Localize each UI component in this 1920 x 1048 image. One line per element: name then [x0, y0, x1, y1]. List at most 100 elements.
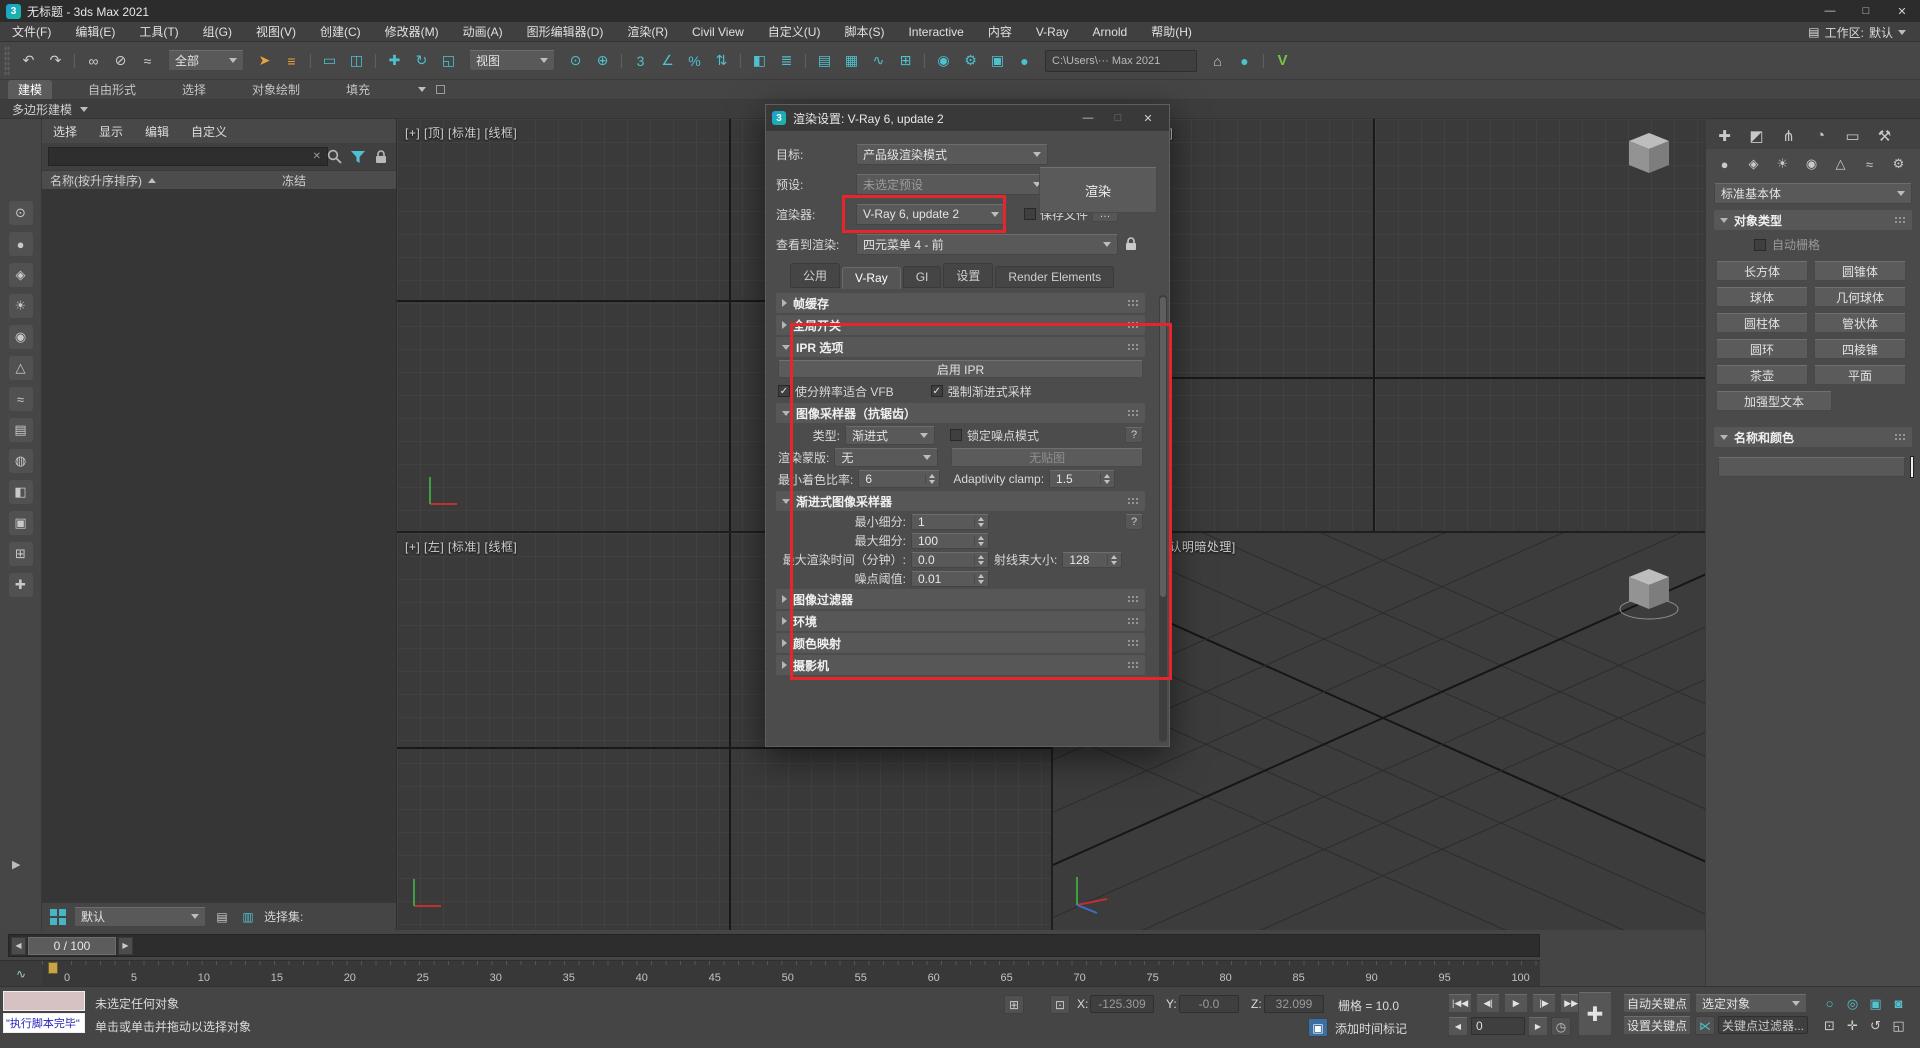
enable-ipr-button[interactable]: 启用 IPR — [778, 360, 1143, 378]
ribbon-tab-populate[interactable]: 填充 — [336, 80, 380, 99]
auto-key-button[interactable]: 自动关键点 — [1623, 994, 1691, 1013]
current-frame-marker[interactable] — [48, 962, 58, 974]
go-to-start-icon[interactable]: |◀◀ — [1448, 994, 1472, 1013]
display-bones-icon[interactable]: ◧ — [9, 480, 33, 504]
cameras-category-icon[interactable]: ◉ — [1799, 152, 1824, 176]
object-color-swatch[interactable] — [1911, 457, 1913, 477]
select-object-icon[interactable]: ➤ — [252, 48, 277, 73]
display-plus-icon[interactable]: ✚ — [9, 573, 33, 597]
next-frame-arrow-icon[interactable]: ▶ — [118, 937, 133, 955]
menu-item[interactable]: 脚本(S) — [832, 22, 896, 42]
zoom-all-icon[interactable]: ◎ — [1843, 994, 1862, 1013]
object-type-button[interactable]: 平面 — [1814, 365, 1906, 385]
reference-coordinate-dropdown[interactable]: 视图 — [469, 50, 555, 71]
display-xrefs-icon[interactable]: ◍ — [9, 449, 33, 473]
key-filters-icon[interactable]: ⋉ — [1695, 1016, 1715, 1035]
percent-snap-icon[interactable]: % — [682, 48, 707, 73]
display-cameras-icon[interactable]: ◉ — [9, 325, 33, 349]
frame-buffer-rollout-header[interactable]: 帧缓存 — [776, 293, 1145, 313]
material-editor-icon[interactable]: ◉ — [931, 48, 956, 73]
menu-item[interactable]: 文件(F) — [0, 22, 63, 42]
renderer-dropdown[interactable]: V-Ray 6, update 2 — [856, 204, 1006, 225]
explorer-menu-item[interactable]: 选择 — [42, 123, 88, 140]
ribbon-options-icon[interactable] — [436, 85, 445, 94]
previous-frame-icon[interactable]: ◀| — [1476, 994, 1500, 1013]
menu-item[interactable]: Civil View — [680, 22, 756, 42]
separator[interactable]: | — [306, 48, 315, 73]
layer-manager-icon[interactable]: ▤ — [812, 48, 837, 73]
redo-icon[interactable]: ↷ — [43, 48, 68, 73]
object-type-button[interactable]: 加强型文本 — [1716, 391, 1832, 411]
ribbon-tab-object-paint[interactable]: 对象绘制 — [242, 80, 310, 99]
select-and-rotate-icon[interactable]: ↻ — [409, 48, 434, 73]
select-and-link-icon[interactable]: ∞ — [81, 48, 106, 73]
separator[interactable]: | — [617, 48, 626, 73]
set-key-button[interactable]: 设置关键点 — [1623, 1016, 1691, 1035]
display-all-icon[interactable]: ⊙ — [9, 201, 33, 225]
y-coordinate-field[interactable]: -0.0 — [1179, 995, 1239, 1013]
play-icon[interactable]: ▶ — [1504, 994, 1528, 1013]
restore-button[interactable]: □ — [1848, 0, 1884, 22]
zoom-extents-all-icon[interactable]: ◙ — [1889, 994, 1908, 1013]
render-mask-dropdown[interactable]: 无 — [834, 448, 938, 467]
set-keys-button[interactable]: ✚ — [1578, 992, 1612, 1036]
separator[interactable]: | — [371, 48, 380, 73]
view-cube[interactable] — [1621, 129, 1677, 181]
render-preview-icon[interactable]: ● — [1232, 48, 1257, 73]
scene-explorer-list[interactable] — [42, 190, 396, 902]
ribbon-minimize-icon[interactable] — [418, 87, 426, 92]
menu-item[interactable]: 组(G) — [191, 22, 244, 42]
autogrid-checkbox[interactable] — [1754, 239, 1766, 251]
min-shading-rate-spinner[interactable]: 6 — [858, 470, 940, 488]
noise-threshold-spinner[interactable]: 0.01 — [911, 571, 989, 587]
track-bar[interactable]: 0510152025303540455055606570758085909510… — [42, 960, 1540, 986]
object-type-button[interactable]: 长方体 — [1716, 261, 1808, 281]
selected-object-dropdown[interactable]: 选定对象 — [1695, 994, 1807, 1013]
spacewarps-category-icon[interactable]: ≈ — [1857, 152, 1882, 176]
add-time-tag-label[interactable]: 添加时间标记 — [1335, 1020, 1407, 1037]
list-view-icon[interactable]: ▤ — [212, 907, 232, 927]
camera-rollout-header[interactable]: 摄影机 — [776, 655, 1145, 675]
selection-filter-dropdown[interactable]: 全部 — [168, 50, 244, 71]
frame-back-icon[interactable]: ◀ — [1448, 1017, 1468, 1036]
ribbon-tab-freeform[interactable]: 自由形式 — [78, 80, 146, 99]
dialog-title-bar[interactable]: 3 渲染设置: V-Ray 6, update 2 — □ ✕ — [766, 105, 1169, 131]
explorer-menu-item[interactable]: 自定义 — [180, 123, 238, 140]
current-frame-field[interactable]: 0 — [1471, 1017, 1525, 1035]
modify-tab-icon[interactable]: ◩ — [1742, 122, 1771, 149]
mirror-icon[interactable]: ◧ — [747, 48, 772, 73]
force-progressive-checkbox[interactable]: ✓ — [931, 385, 943, 397]
dialog-restore-button[interactable]: □ — [1103, 105, 1133, 131]
display-geometry-icon[interactable]: ● — [9, 232, 33, 256]
workspace-switcher[interactable]: ▤ 工作区: 默认 — [1808, 22, 1920, 42]
display-helpers-icon[interactable]: △ — [9, 356, 33, 380]
z-coordinate-field[interactable]: 32.099 — [1264, 995, 1324, 1013]
view-cube[interactable] — [1617, 559, 1681, 629]
pan-icon[interactable]: ✛ — [1843, 1016, 1862, 1035]
no-map-button[interactable]: 无贴图 — [951, 448, 1143, 467]
isolate-selection-icon[interactable]: ⊞ — [1004, 995, 1024, 1014]
maxscript-listener-white[interactable]: "执行脚本完毕" — [3, 1013, 85, 1033]
maximize-viewport-icon[interactable]: ◱ — [1889, 1016, 1908, 1035]
separator[interactable]: | — [70, 48, 79, 73]
key-filters-button[interactable]: 关键点过滤器... — [1718, 1016, 1808, 1034]
geometry-category-icon[interactable]: ● — [1712, 152, 1737, 176]
utilities-tab-icon[interactable]: ⚒ — [1870, 122, 1899, 149]
max-render-time-spinner[interactable]: 0.0 — [911, 552, 989, 568]
close-button[interactable]: ✕ — [1884, 0, 1920, 22]
add-time-tag-icon[interactable]: ▣ — [1308, 1018, 1328, 1037]
name-color-rollout-header[interactable]: 名称和颜色 — [1714, 427, 1912, 447]
object-type-rollout-header[interactable]: 对象类型 — [1714, 210, 1912, 230]
x-coordinate-field[interactable]: -125.309 — [1090, 995, 1154, 1013]
preset-dropdown[interactable]: 未选定预设 — [856, 174, 1048, 195]
scene-explorer-column-header[interactable]: 名称(按升序排序) 冻结 — [42, 170, 396, 190]
sampler-type-dropdown[interactable]: 渐进式 — [845, 426, 935, 445]
ribbon-tab-modeling[interactable]: 建模 — [8, 80, 52, 99]
image-filter-rollout-header[interactable]: 图像过滤器 — [776, 589, 1145, 609]
help-button[interactable]: ? — [1125, 514, 1143, 530]
adaptivity-clamp-spinner[interactable]: 1.5 — [1049, 470, 1115, 488]
bind-to-space-warp-icon[interactable]: ≈ — [135, 48, 160, 73]
object-type-button[interactable]: 管状体 — [1814, 313, 1906, 333]
graphite-ribbon-icon[interactable]: ▦ — [839, 48, 864, 73]
object-type-button[interactable]: 几何球体 — [1814, 287, 1906, 307]
